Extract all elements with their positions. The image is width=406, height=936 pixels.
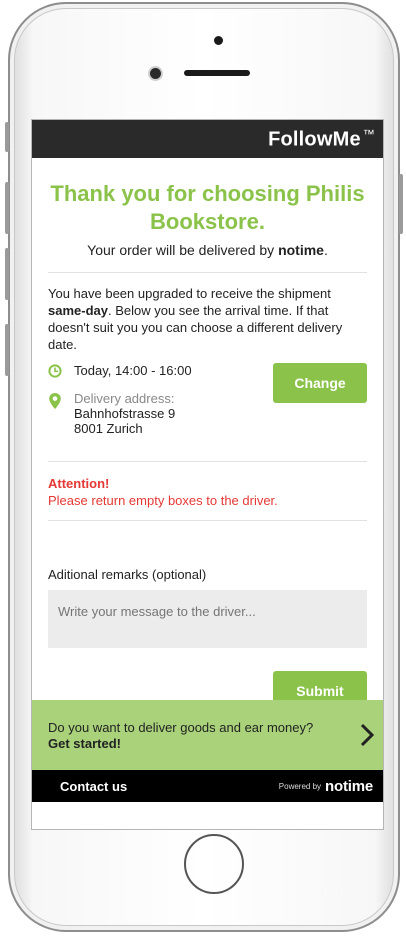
courier-name: notime xyxy=(278,242,324,258)
promo-question: Do you want to deliver goods and ear mon… xyxy=(48,720,314,735)
contact-us-link[interactable]: Contact us xyxy=(60,779,127,794)
get-started-link[interactable]: Get started! xyxy=(48,736,121,751)
top-bar: FollowMe ™ xyxy=(32,120,383,158)
divider xyxy=(48,272,367,273)
remarks-input[interactable] xyxy=(48,590,367,648)
upgrade-same-day: same-day xyxy=(48,303,108,318)
app-screen: FollowMe ™ Thank you for choosing Philis … xyxy=(31,119,384,830)
powered-by-label: Powered by xyxy=(278,781,322,791)
attention-notice: Attention! Please return empty boxes to … xyxy=(48,476,367,508)
side-button xyxy=(5,122,9,152)
delivery-info: Today, 14:00 - 16:00 Delivery address: B… xyxy=(48,363,367,453)
powered-by: Powered by notime xyxy=(279,778,373,795)
front-camera xyxy=(150,68,161,79)
address-street: Bahnhofstrasse 9 xyxy=(74,406,176,421)
brand-name: FollowMe xyxy=(268,128,361,151)
thank-you-title: Thank you for choosing Philis Bookstore. xyxy=(50,181,365,234)
front-sensor xyxy=(214,36,223,45)
divider xyxy=(48,461,367,462)
side-button xyxy=(5,248,9,300)
notime-logo: notime xyxy=(325,777,373,795)
remarks-label: Aditional remarks (optional) xyxy=(48,567,207,582)
address-city: 8001 Zurich xyxy=(74,421,143,436)
brand-logo: FollowMe ™ xyxy=(268,127,375,152)
courier-prefix: Your order will be delivered by xyxy=(87,242,279,258)
clock-icon xyxy=(48,363,74,381)
side-button xyxy=(5,324,9,376)
delivery-courier-line: Your order will be delivered by notime. xyxy=(48,242,367,258)
location-pin-icon xyxy=(48,391,74,413)
earpiece-speaker xyxy=(184,70,250,76)
side-button xyxy=(399,174,403,234)
upgrade-prefix: You have been upgraded to receive the sh… xyxy=(48,286,331,301)
home-button[interactable] xyxy=(184,834,244,894)
footer-bar: Contact us Powered by notime xyxy=(32,770,383,802)
courier-suffix: . xyxy=(323,242,328,258)
delivery-address: Delivery address: Bahnhofstrasse 9 8001 … xyxy=(74,391,175,436)
attention-text: Please return empty boxes to the driver. xyxy=(48,493,278,508)
trademark: ™ xyxy=(362,126,375,141)
divider xyxy=(48,520,367,521)
change-delivery-button[interactable]: Change xyxy=(273,363,367,403)
attention-title: Attention! xyxy=(48,476,110,491)
side-button xyxy=(5,182,9,234)
driver-promo-banner[interactable]: Do you want to deliver goods and ear mon… xyxy=(32,700,383,770)
main-content: Thank you for choosing Philis Bookstore.… xyxy=(32,180,383,711)
delivery-time: Today, 14:00 - 16:00 xyxy=(74,363,192,378)
upgrade-notice: You have been upgraded to receive the sh… xyxy=(48,285,367,353)
chevron-right-icon[interactable] xyxy=(359,722,375,752)
address-label: Delivery address: xyxy=(74,391,175,406)
